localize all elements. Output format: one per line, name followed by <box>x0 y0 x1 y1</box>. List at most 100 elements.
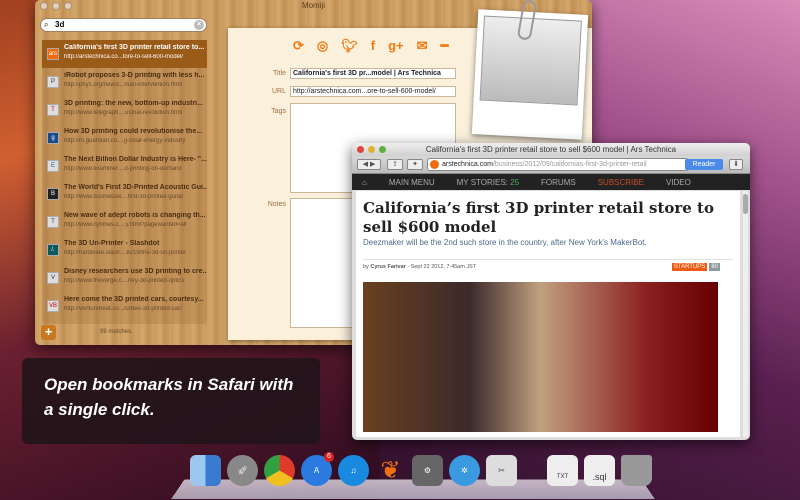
nav-video[interactable]: VIDEO <box>666 178 691 187</box>
address-path: /business/2012/09/californias-first-3d-p… <box>492 161 647 168</box>
item-url: http://venturebeat.co.../urbee-3d-printe… <box>64 306 182 312</box>
safari-title-bar[interactable]: California's first 3D printer retail sto… <box>352 143 750 156</box>
item-title: The World's First 3D-Printed Acoustic Gu… <box>64 184 207 191</box>
item-title: How 3D printing could revolutionise the.… <box>64 128 203 135</box>
item-url: http://www.telegraph....ustrial-revoluti… <box>64 110 183 116</box>
search-input[interactable]: ⌕ 3d × <box>40 18 207 32</box>
delete-icon[interactable]: ━ <box>441 38 449 54</box>
category-tag[interactable]: STARTUPS <box>671 263 708 271</box>
share-icon[interactable]: ⇪ <box>387 159 403 170</box>
favicon-icon: E <box>47 160 59 172</box>
url-field[interactable]: http://arstechnica.com...ore-to-sell-600… <box>290 86 456 97</box>
author-link[interactable]: Cyrus Farivar <box>370 264 405 270</box>
item-title: California's first 3D printer retail sto… <box>64 44 205 51</box>
search-value: 3d <box>55 20 65 29</box>
article: California’s first 3D printer retail sto… <box>356 191 740 437</box>
list-item[interactable]: VB Here come the 3D printed cars, courtes… <box>42 292 207 320</box>
search-icon: ⌕ <box>44 20 49 29</box>
article-tags: STARTUPS 80 <box>671 263 720 271</box>
item-url: http://www.nytimes.c....y.html?pagewante… <box>64 222 187 228</box>
article-photo <box>363 282 718 432</box>
nav-my-stories[interactable]: MY STORIES: 25 <box>457 178 519 187</box>
article-date: - Sept 22 2012, 7:45am JST <box>405 264 477 270</box>
notes-label: Notes <box>267 201 286 208</box>
favicon-icon: P <box>47 76 59 88</box>
favicon-icon: VB <box>47 300 59 312</box>
favicon-icon: /. <box>47 244 59 256</box>
list-item[interactable]: /. The 3D Un-Printer - Slashdot http://har… <box>42 236 207 264</box>
favicon-icon: ars <box>47 48 59 60</box>
zoom-button[interactable] <box>379 146 386 153</box>
app-store-icon[interactable]: A6 <box>301 452 334 486</box>
window-title: Momiji <box>301 1 326 10</box>
txt-file-icon[interactable]: TXT <box>547 455 578 486</box>
item-title: iRobot proposes 3-D printing with less h… <box>64 72 205 79</box>
favicon-icon: T <box>47 104 59 116</box>
launchpad-icon[interactable]: 🚀︎ <box>227 455 258 486</box>
window-controls <box>40 2 72 10</box>
stories-count: 25 <box>510 177 520 187</box>
extension-icon[interactable]: ✦ <box>407 159 423 170</box>
safari-icon[interactable]: ✲ <box>449 455 480 486</box>
refresh-icon[interactable]: ⟳ <box>293 38 304 54</box>
url-label: URL <box>271 88 286 95</box>
scissors-app-icon[interactable]: ✂ <box>486 455 517 486</box>
item-title: 3D printing: the new, bottom-up industri… <box>64 100 203 107</box>
safari-toolbar: ◀ ▶ ⇪ ✦ arstechnica.com/business/2012/09… <box>352 156 750 174</box>
safari-icon[interactable]: ◎ <box>317 38 328 54</box>
favicon-icon: V <box>47 272 59 284</box>
list-item[interactable]: E The Next Billion Dollar Industry is Her… <box>42 152 207 180</box>
finder-icon[interactable] <box>190 455 221 486</box>
trash-icon[interactable] <box>621 455 652 486</box>
site-nav: ⌂ MAIN MENU MY STORIES: 25 FORUMS SUBSCR… <box>352 174 750 190</box>
facebook-icon[interactable]: f <box>371 38 375 54</box>
scrollbar[interactable] <box>743 191 748 437</box>
comment-count[interactable]: 80 <box>709 263 720 271</box>
item-url: http://www.examiner....d-printing-on-dem… <box>64 166 182 172</box>
safari-window-title: California's first 3D printer retail sto… <box>425 145 677 154</box>
zoom-button[interactable] <box>64 2 72 10</box>
nav-subscribe[interactable]: SUBSCRIBE <box>598 178 644 187</box>
minimize-button[interactable] <box>368 146 375 153</box>
home-icon[interactable]: ⌂ <box>362 178 367 187</box>
sql-file-icon[interactable]: .sql <box>584 455 615 486</box>
twitter-icon[interactable]: 🐦︎ <box>341 38 358 54</box>
list-item[interactable]: V Disney researchers use 3D printing to c… <box>42 264 207 292</box>
item-url: http://phys.org/news/...man-intervention… <box>64 82 183 88</box>
safari-window: California's first 3D printer retail sto… <box>352 143 750 440</box>
item-title: New wave of adept robots is changing th.… <box>64 212 206 219</box>
bookmark-list: ars California's first 3D printer retail … <box>42 40 207 324</box>
list-item[interactable]: T New wave of adept robots is changing th… <box>42 208 207 236</box>
back-forward-button[interactable]: ◀ ▶ <box>357 159 381 170</box>
favicon-icon: g <box>47 132 59 144</box>
list-item[interactable]: ars California's first 3D printer retail … <box>42 40 207 68</box>
item-url: http://m.guardian.co....g-solar-energy-i… <box>64 138 186 144</box>
chrome-icon[interactable] <box>264 455 295 486</box>
itunes-icon[interactable]: ♫ <box>338 455 369 486</box>
add-bookmark-button[interactable]: + <box>41 325 56 340</box>
minimize-button[interactable] <box>52 2 60 10</box>
google-plus-icon[interactable]: g+ <box>388 38 404 54</box>
system-preferences-icon[interactable]: ⚙ <box>412 455 443 486</box>
nav-forums[interactable]: FORUMS <box>541 178 576 187</box>
action-toolbar: ⟳ ◎ 🐦︎ f g+ ✉ ━ <box>293 38 448 54</box>
list-item[interactable]: g How 3D printing could revolutionise the… <box>42 124 207 152</box>
item-url: http://www.theverge.c....ney-3d-printed-… <box>64 278 185 284</box>
title-field[interactable]: California's first 3D pr...model | Ars T… <box>290 68 456 79</box>
close-button[interactable] <box>40 2 48 10</box>
item-title: Disney researchers use 3D printing to cr… <box>64 268 207 275</box>
mail-icon[interactable]: ✉ <box>417 38 428 54</box>
nav-main-menu[interactable]: MAIN MENU <box>389 178 435 187</box>
reader-button[interactable]: Reader <box>685 159 723 170</box>
tags-label: Tags <box>271 108 286 115</box>
clear-search-icon[interactable]: × <box>194 20 204 30</box>
list-item[interactable]: T 3D printing: the new, bottom-up industr… <box>42 96 207 124</box>
momiji-leaf-icon[interactable]: ❦ <box>375 455 406 486</box>
list-item[interactable]: B The World's First 3D-Printed Acoustic G… <box>42 180 207 208</box>
close-button[interactable] <box>357 146 364 153</box>
notification-badge: 6 <box>324 452 334 462</box>
downloads-icon[interactable]: ⬇ <box>729 159 743 170</box>
list-item[interactable]: PiRobot proposes 3-D printing with less … <box>42 68 207 96</box>
address-domain: arstechnica.com <box>442 161 493 168</box>
address-bar[interactable]: arstechnica.com/business/2012/09/califor… <box>427 158 689 171</box>
